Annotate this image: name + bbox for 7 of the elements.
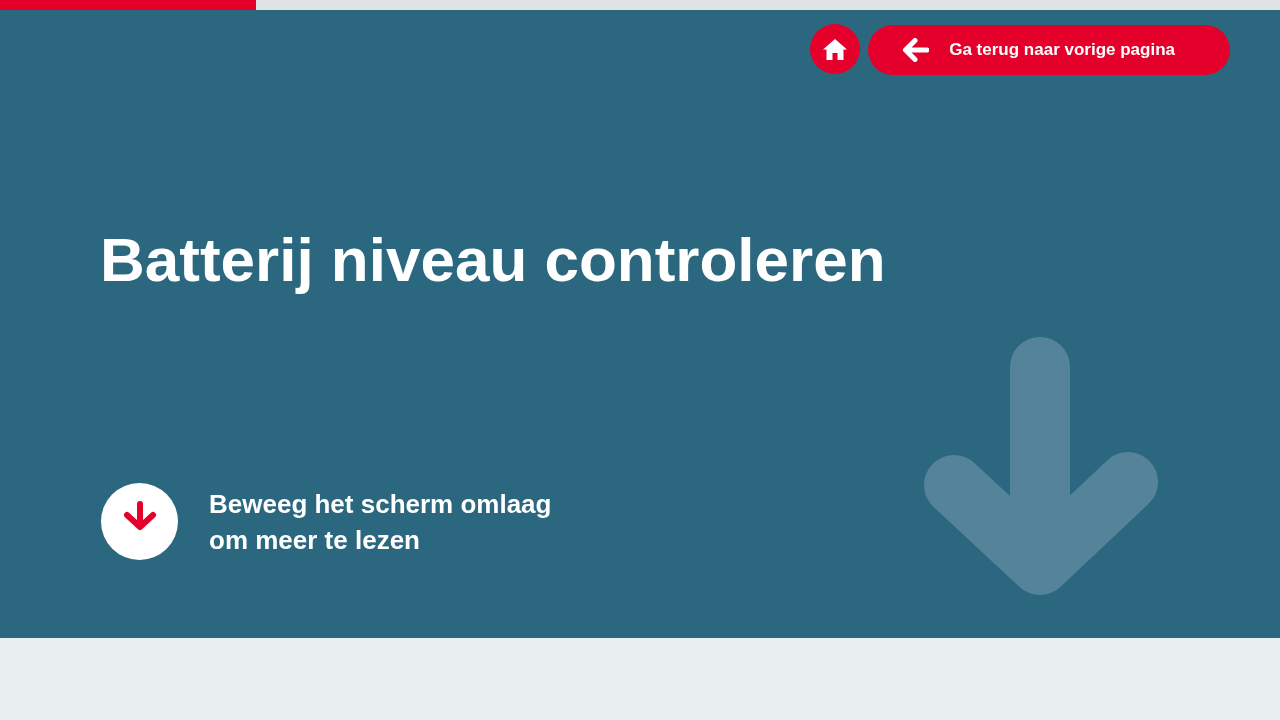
home-icon: [823, 38, 848, 60]
back-button[interactable]: Ga terug naar vorige pagina: [868, 25, 1230, 75]
down-arrow-icon: [924, 337, 1158, 595]
scroll-hint-text: Beweeg het scherm omlaag om meer te lezen: [209, 487, 553, 557]
arrow-left-icon: [903, 38, 930, 62]
home-button[interactable]: [810, 24, 861, 74]
page-title: Batterij niveau controleren: [100, 224, 887, 296]
